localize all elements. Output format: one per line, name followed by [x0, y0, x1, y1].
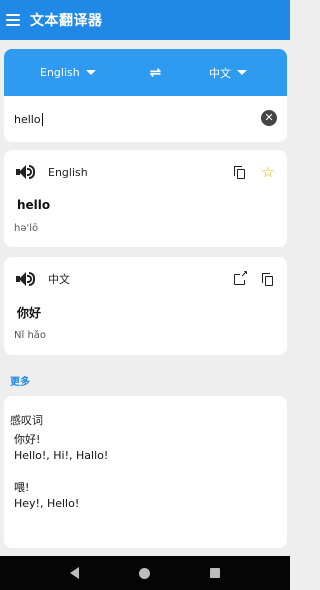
dictionary-entry-translations: Hey!, Hello!: [14, 497, 80, 510]
target-card-header: 中文 ↗: [14, 257, 277, 301]
home-icon[interactable]: [139, 567, 150, 579]
language-selector-bar: English ⇌ 中文: [4, 49, 287, 96]
menu-icon[interactable]: [6, 14, 20, 26]
dictionary-entry-word: 你好!: [14, 433, 41, 446]
more-link[interactable]: 更多: [10, 373, 30, 388]
source-card-language: English: [48, 165, 88, 179]
share-icon[interactable]: ↗: [231, 270, 249, 288]
target-word: 你好: [17, 305, 42, 320]
source-language-label: English: [40, 66, 80, 79]
app-title: 文本翻译器: [30, 13, 103, 29]
star-icon[interactable]: ☆: [259, 163, 277, 181]
translation-input-card: English ⇌ 中文 hello ✕: [4, 49, 287, 142]
source-phonetic: hə'lō: [14, 222, 39, 234]
clear-icon[interactable]: ✕: [261, 110, 277, 126]
copy-icon[interactable]: [231, 163, 249, 181]
speaker-icon[interactable]: [16, 164, 36, 180]
source-card-header: English ☆: [14, 150, 277, 194]
target-language-label: 中文: [209, 66, 231, 80]
target-result-card: 中文 ↗ 你好 Nǐ hǎo: [4, 257, 287, 355]
system-navigation-bar: [0, 556, 290, 590]
source-result-card: English ☆ hello hə'lō: [4, 150, 287, 247]
recents-icon[interactable]: [210, 568, 220, 578]
target-language-dropdown[interactable]: 中文: [209, 65, 247, 81]
target-card-language: 中文: [48, 273, 70, 286]
text-input-field[interactable]: hello ✕: [4, 96, 287, 142]
dictionary-entry-word: 喂!: [14, 481, 30, 494]
back-icon[interactable]: [70, 567, 79, 579]
copy-icon[interactable]: [259, 270, 277, 288]
chevron-down-icon: [237, 70, 247, 75]
speaker-icon[interactable]: [16, 271, 36, 287]
part-of-speech: 感叹词: [10, 414, 43, 427]
chevron-down-icon: [85, 70, 96, 75]
source-language-dropdown[interactable]: English: [40, 66, 96, 79]
app-bar: 文本翻译器: [0, 0, 290, 40]
text-cursor: [41, 112, 43, 126]
dictionary-entry-translations: Hello!, Hi!, Hallo!: [14, 449, 109, 462]
input-text[interactable]: hello: [14, 113, 41, 126]
target-phonetic: Nǐ hǎo: [14, 329, 47, 341]
source-word: hello: [17, 198, 51, 212]
swap-icon[interactable]: ⇌: [150, 65, 162, 81]
dictionary-card: 感叹词 你好! Hello!, Hi!, Hallo! 喂! Hey!, Hel…: [4, 396, 287, 548]
